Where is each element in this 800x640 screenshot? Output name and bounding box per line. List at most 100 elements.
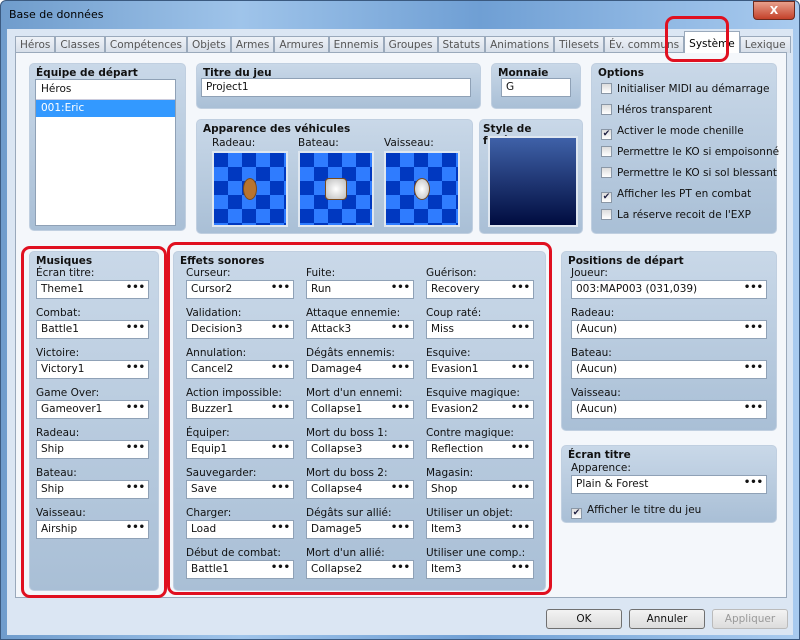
tab-8[interactable]: Statuts: [437, 36, 486, 53]
sound-input[interactable]: Load •••: [186, 520, 294, 539]
tab-12[interactable]: Système: [684, 31, 740, 53]
browse-icon[interactable]: •••: [271, 442, 290, 453]
window-style-preview[interactable]: [488, 136, 578, 227]
option-checkbox[interactable]: Permettre le KO si empoisonné: [601, 146, 779, 158]
option-checkbox[interactable]: Initialiser MIDI au démarrage: [601, 83, 769, 95]
browse-icon[interactable]: •••: [126, 482, 145, 493]
browse-icon[interactable]: •••: [126, 522, 145, 533]
sound-input[interactable]: Shop •••: [426, 480, 534, 499]
sound-input[interactable]: Reflection •••: [426, 440, 534, 459]
tab-0[interactable]: Héros: [15, 36, 56, 53]
browse-icon[interactable]: •••: [126, 402, 145, 413]
checkbox-icon[interactable]: [601, 209, 612, 220]
browse-icon[interactable]: •••: [391, 562, 410, 573]
tab-10[interactable]: Tilesets: [554, 36, 604, 53]
tab-7[interactable]: Groupes: [383, 36, 438, 53]
tab-6[interactable]: Ennemis: [328, 36, 384, 53]
sound-input[interactable]: Run •••: [306, 280, 414, 299]
checkbox-icon[interactable]: [601, 146, 612, 157]
checkbox-icon[interactable]: ✔: [601, 192, 612, 203]
start-position-input[interactable]: 003:MAP003 (031,039) •••: [571, 280, 767, 299]
browse-icon[interactable]: •••: [271, 322, 290, 333]
browse-icon[interactable]: •••: [271, 362, 290, 373]
sound-input[interactable]: Save •••: [186, 480, 294, 499]
sound-input[interactable]: Damage4 •••: [306, 360, 414, 379]
sound-input[interactable]: Collapse3 •••: [306, 440, 414, 459]
sound-input[interactable]: Miss •••: [426, 320, 534, 339]
browse-icon[interactable]: •••: [391, 442, 410, 453]
browse-icon[interactable]: •••: [391, 522, 410, 533]
option-checkbox[interactable]: Permettre le KO si sol blessant: [601, 167, 777, 179]
show-title-checkbox[interactable]: ✔ Afficher le titre du jeu: [571, 504, 701, 519]
browse-icon[interactable]: •••: [744, 477, 763, 488]
tab-4[interactable]: Armes: [230, 36, 275, 53]
currency-input[interactable]: G: [501, 78, 571, 97]
cancel-button[interactable]: Annuler: [629, 609, 705, 629]
browse-icon[interactable]: •••: [744, 282, 763, 293]
checkbox-icon[interactable]: ✔: [601, 129, 612, 140]
sound-input[interactable]: Buzzer1 •••: [186, 400, 294, 419]
sound-input[interactable]: Recovery •••: [426, 280, 534, 299]
checkbox-icon[interactable]: [601, 167, 612, 178]
start-position-input[interactable]: (Aucun) •••: [571, 360, 767, 379]
sound-input[interactable]: Item3 •••: [426, 520, 534, 539]
option-checkbox[interactable]: ✔ Afficher les PT en combat: [601, 188, 751, 203]
sound-input[interactable]: Damage5 •••: [306, 520, 414, 539]
sound-input[interactable]: Evasion2 •••: [426, 400, 534, 419]
checkbox-icon[interactable]: [601, 104, 612, 115]
tab-13[interactable]: Lexique: [739, 36, 791, 53]
browse-icon[interactable]: •••: [511, 442, 530, 453]
browse-icon[interactable]: •••: [126, 282, 145, 293]
party-list[interactable]: Héros 001:Eric: [35, 79, 176, 226]
browse-icon[interactable]: •••: [511, 522, 530, 533]
browse-icon[interactable]: •••: [126, 322, 145, 333]
tab-5[interactable]: Armures: [274, 36, 329, 53]
airship-image[interactable]: [384, 151, 460, 227]
party-list-item[interactable]: 001:Eric: [36, 100, 175, 117]
tab-9[interactable]: Animations: [485, 36, 555, 53]
boat-image[interactable]: [298, 151, 374, 227]
sound-input[interactable]: Evasion1 •••: [426, 360, 534, 379]
sound-input[interactable]: Attack3 •••: [306, 320, 414, 339]
sound-input[interactable]: Item3 •••: [426, 560, 534, 579]
tab-1[interactable]: Classes: [55, 36, 105, 53]
option-checkbox[interactable]: ✔ Activer le mode chenille: [601, 125, 744, 140]
tab-3[interactable]: Objets: [186, 36, 231, 53]
browse-icon[interactable]: •••: [511, 402, 530, 413]
option-checkbox[interactable]: La réserve recoit de l'EXP: [601, 209, 751, 221]
sound-input[interactable]: Battle1 •••: [186, 560, 294, 579]
apply-button[interactable]: Appliquer: [712, 609, 788, 629]
sound-input[interactable]: Cursor2 •••: [186, 280, 294, 299]
browse-icon[interactable]: •••: [271, 522, 290, 533]
music-input[interactable]: Battle1 •••: [36, 320, 149, 339]
browse-icon[interactable]: •••: [744, 322, 763, 333]
sound-input[interactable]: Cancel2 •••: [186, 360, 294, 379]
close-button[interactable]: X: [753, 1, 795, 20]
option-checkbox[interactable]: Héros transparent: [601, 104, 712, 116]
browse-icon[interactable]: •••: [511, 322, 530, 333]
checkbox-icon[interactable]: [601, 83, 612, 94]
music-input[interactable]: Ship •••: [36, 440, 149, 459]
browse-icon[interactable]: •••: [126, 362, 145, 373]
sound-input[interactable]: Equip1 •••: [186, 440, 294, 459]
browse-icon[interactable]: •••: [744, 362, 763, 373]
browse-icon[interactable]: •••: [391, 282, 410, 293]
music-input[interactable]: Ship •••: [36, 480, 149, 499]
browse-icon[interactable]: •••: [271, 402, 290, 413]
browse-icon[interactable]: •••: [511, 282, 530, 293]
browse-icon[interactable]: •••: [391, 402, 410, 413]
sound-input[interactable]: Collapse4 •••: [306, 480, 414, 499]
browse-icon[interactable]: •••: [391, 322, 410, 333]
music-input[interactable]: Victory1 •••: [36, 360, 149, 379]
browse-icon[interactable]: •••: [511, 482, 530, 493]
browse-icon[interactable]: •••: [271, 482, 290, 493]
browse-icon[interactable]: •••: [126, 442, 145, 453]
tab-2[interactable]: Compétences: [104, 36, 187, 53]
title-bar[interactable]: Base de données X: [1, 1, 799, 29]
start-position-input[interactable]: (Aucun) •••: [571, 320, 767, 339]
game-title-input[interactable]: Project1: [201, 78, 471, 97]
browse-icon[interactable]: •••: [391, 482, 410, 493]
start-position-input[interactable]: (Aucun) •••: [571, 400, 767, 419]
music-input[interactable]: Theme1 •••: [36, 280, 149, 299]
music-input[interactable]: Gameover1 •••: [36, 400, 149, 419]
